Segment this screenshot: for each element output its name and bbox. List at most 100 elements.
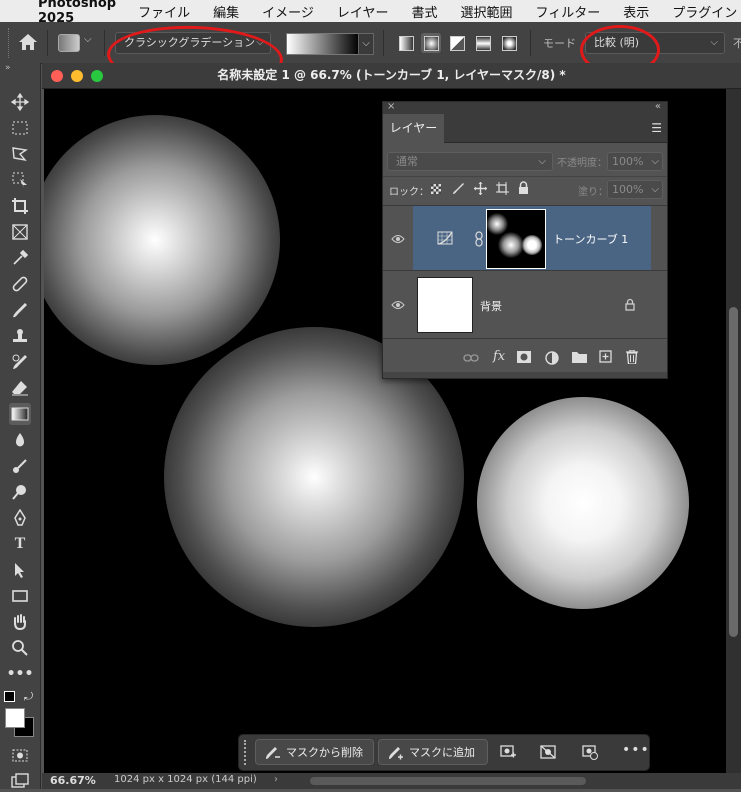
options-grip [8, 28, 12, 58]
mask-link-icon[interactable] [475, 231, 483, 247]
fx-icon[interactable]: fx [493, 349, 505, 364]
chevron-down-icon: ⌵ [256, 37, 264, 48]
dodge-tool-icon[interactable] [9, 481, 31, 503]
layer-row[interactable]: 背景 [383, 271, 667, 337]
quick-mask-icon[interactable] [9, 744, 31, 766]
document-tab[interactable]: 名称未設定 1 @ 66.7% (トーンカーブ 1, レイヤーマスク/8) * [42, 63, 741, 89]
reflected-gradient-button[interactable] [473, 33, 493, 53]
panel-menu-icon[interactable]: ☰ [651, 121, 662, 135]
close-window-button[interactable] [51, 70, 63, 82]
menu-edit[interactable]: 編集 [213, 2, 239, 21]
lock-position-icon[interactable] [474, 182, 487, 195]
vertical-scrollbar[interactable] [726, 89, 741, 773]
gradient-tool-icon[interactable] [9, 403, 31, 425]
adjustment-layer-icon[interactable] [545, 351, 559, 365]
collapse-icon[interactable]: » [5, 63, 11, 73]
smudge-tool-icon[interactable] [9, 455, 31, 477]
menu-filter[interactable]: フィルター [536, 2, 601, 21]
invert-mask-icon[interactable] [582, 744, 598, 760]
new-layer-icon[interactable] [599, 350, 612, 363]
more-options-icon[interactable]: ••• [622, 742, 650, 758]
zoom-level[interactable]: 66.67% [50, 774, 96, 787]
add-mask-icon[interactable] [517, 351, 531, 363]
status-menu-chevron-icon[interactable]: › [274, 774, 278, 785]
visibility-eye-icon[interactable] [391, 300, 405, 310]
new-group-icon[interactable] [572, 351, 587, 363]
eyedropper-tool-icon[interactable] [9, 247, 31, 269]
gradient-picker-dropdown[interactable]: ⌵ [358, 33, 374, 55]
layer-blend-mode-select[interactable]: 通常 ⌵ [387, 152, 553, 171]
layer-mask-thumbnail[interactable] [486, 209, 546, 269]
remove-from-mask-button[interactable]: マスクから削除 [255, 739, 374, 765]
pen-tool-icon[interactable] [9, 507, 31, 529]
diamond-gradient-button[interactable] [499, 33, 519, 53]
menu-image[interactable]: イメージ [262, 2, 314, 21]
history-brush-tool-icon[interactable] [9, 351, 31, 373]
crop-tool-icon[interactable] [9, 195, 31, 217]
path-selection-tool-icon[interactable] [9, 559, 31, 581]
eraser-tool-icon[interactable] [9, 377, 31, 399]
layer-name[interactable]: トーンカーブ 1 [553, 231, 628, 247]
lock-artboard-icon[interactable] [496, 182, 509, 195]
minimize-window-button[interactable] [71, 70, 83, 82]
menu-layer[interactable]: レイヤー [337, 2, 389, 21]
layer-name[interactable]: 背景 [480, 298, 502, 314]
chevron-down-icon: ⌵ [651, 184, 659, 195]
zoom-tool-icon[interactable] [9, 637, 31, 659]
angle-gradient-button[interactable] [447, 33, 467, 53]
fill-input[interactable]: 100% ⌵ [607, 180, 663, 199]
more-tools-icon[interactable]: ••• [7, 663, 34, 685]
chevron-down-icon[interactable]: ⌵ [84, 34, 92, 45]
layer-thumbnail[interactable] [417, 277, 473, 333]
rectangle-tool-icon[interactable] [9, 585, 31, 607]
type-tool-icon[interactable]: T [9, 533, 31, 555]
lock-pixels-icon[interactable] [452, 182, 465, 195]
linear-gradient-button[interactable] [396, 33, 416, 53]
menu-plugins[interactable]: プラグイン [672, 2, 737, 21]
clone-stamp-tool-icon[interactable] [9, 325, 31, 347]
opacity-input[interactable]: 100% ⌵ [607, 152, 663, 171]
home-icon[interactable] [18, 33, 38, 51]
frame-tool-icon[interactable] [9, 221, 31, 243]
default-colors-icon[interactable] [4, 691, 15, 702]
object-selection-tool-icon[interactable] [9, 169, 31, 191]
drag-handle[interactable] [244, 740, 249, 765]
blend-mode-select[interactable]: 比較 (明) ⌵ [585, 32, 725, 54]
swap-colors-icon[interactable]: ⤾ [24, 690, 33, 704]
brush-tool-icon[interactable] [9, 299, 31, 321]
mask-properties-icon[interactable] [500, 744, 516, 760]
lock-all-icon[interactable] [518, 181, 529, 195]
healing-brush-tool-icon[interactable] [9, 273, 31, 295]
layer-row[interactable]: トーンカーブ 1 [383, 206, 667, 270]
menu-type[interactable]: 書式 [412, 2, 438, 21]
move-tool-icon[interactable] [9, 91, 31, 113]
visibility-eye-icon[interactable] [391, 234, 405, 244]
marquee-tool-icon[interactable] [9, 117, 31, 139]
link-layers-icon[interactable] [463, 353, 479, 363]
gradient-type-select[interactable]: クラシックグラデーション ⌵ [115, 32, 271, 54]
horizontal-scrollbar-thumb[interactable] [310, 777, 586, 785]
add-to-mask-button[interactable]: マスクに追加 [378, 739, 488, 765]
collapse-panel-icon[interactable]: « [655, 101, 661, 112]
blur-tool-icon[interactable] [9, 429, 31, 451]
close-panel-icon[interactable]: × [387, 101, 395, 112]
radial-gradient-button[interactable] [421, 33, 441, 53]
menu-file[interactable]: ファイル [138, 2, 190, 21]
tool-preset-icon[interactable] [58, 34, 80, 52]
lasso-tool-icon[interactable] [9, 143, 31, 165]
disable-mask-icon[interactable] [540, 744, 556, 760]
gradient-preview[interactable] [286, 33, 360, 55]
menu-view[interactable]: 表示 [623, 2, 649, 21]
remove-from-mask-label: マスクから削除 [286, 746, 363, 759]
delete-layer-icon[interactable] [626, 350, 638, 364]
panel-resize-handle[interactable] [383, 372, 667, 378]
hand-tool-icon[interactable] [9, 611, 31, 633]
zoom-window-button[interactable] [91, 70, 103, 82]
tab-layers[interactable]: レイヤー [383, 114, 444, 143]
document-title: 名称未設定 1 @ 66.7% (トーンカーブ 1, レイヤーマスク/8) * [217, 68, 566, 82]
foreground-color-swatch[interactable] [5, 708, 25, 728]
lock-transparent-icon[interactable] [431, 184, 441, 194]
menu-select[interactable]: 選択範囲 [461, 2, 513, 21]
document-dimensions: 1024 px x 1024 px (144 ppi) [114, 774, 257, 785]
scrollbar-thumb[interactable] [729, 307, 738, 637]
